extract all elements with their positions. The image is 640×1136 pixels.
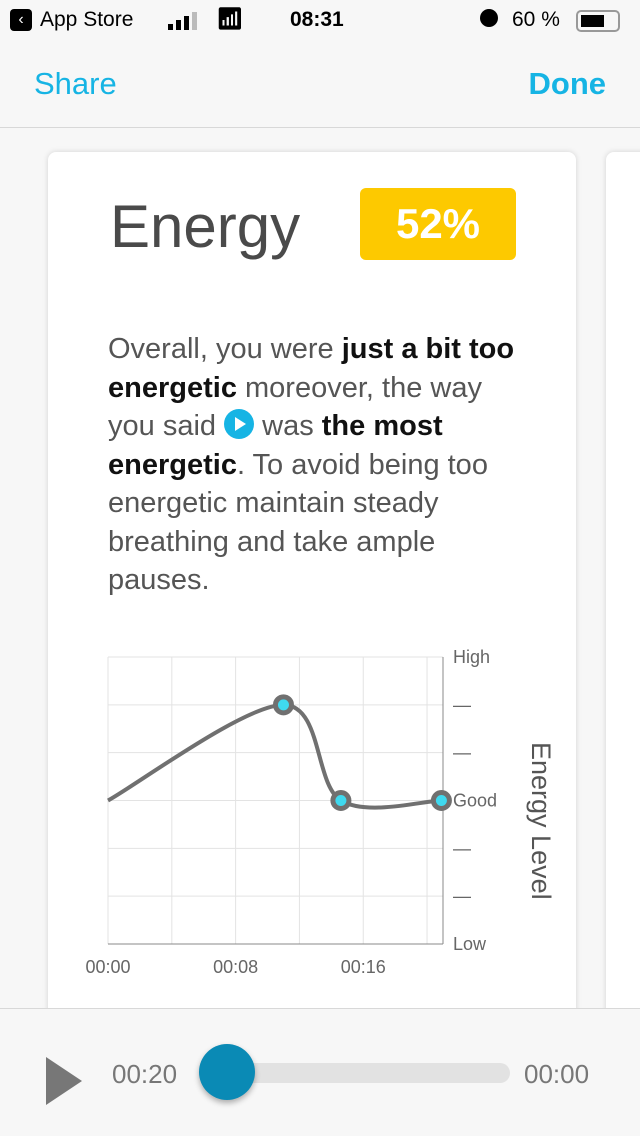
- remaining-time: 00:00: [524, 1059, 590, 1089]
- y-tick-label: High: [453, 647, 490, 667]
- series-line: [107, 702, 442, 810]
- current-time: 00:20: [112, 1059, 178, 1089]
- data-point: [272, 694, 294, 716]
- y-tick-label: Low: [453, 934, 487, 954]
- y-axis-label: Energy Level: [526, 742, 556, 900]
- audio-player: 00:20 00:00: [0, 1008, 640, 1136]
- seek-track[interactable]: [226, 1063, 510, 1083]
- y-tick-label: —: [453, 838, 471, 858]
- energy-chart: High — — Good — — Low 00:00 00:08 00:16 Energy Lev…: [85, 647, 556, 977]
- y-tick-label: —: [453, 743, 471, 763]
- x-tick-label: 00:16: [341, 957, 386, 977]
- data-point: [330, 790, 352, 811]
- data-point: [430, 790, 452, 811]
- y-tick-label: —: [453, 886, 471, 906]
- x-tick-label: 00:08: [213, 957, 258, 977]
- seek-knob[interactable]: [199, 1044, 255, 1100]
- play-icon[interactable]: [46, 1057, 82, 1105]
- y-tick-label: Good: [453, 791, 497, 811]
- x-tick-label: 00:00: [85, 957, 130, 977]
- y-tick-label: —: [453, 695, 471, 715]
